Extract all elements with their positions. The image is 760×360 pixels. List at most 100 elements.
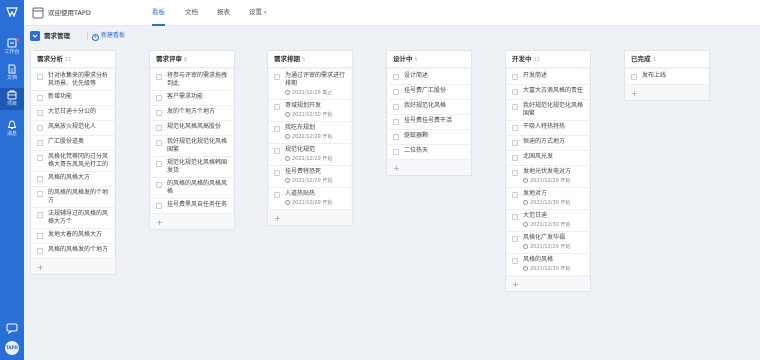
card-checkbox[interactable] [393, 74, 399, 80]
task-card[interactable]: 客户需求功能 [151, 91, 233, 106]
task-card[interactable]: 发地对方 2021/12/30 开始 [507, 188, 589, 210]
card-checkbox[interactable] [156, 74, 162, 80]
sidebar-item-messages[interactable]: 消息 [0, 118, 24, 140]
task-card[interactable]: 的风格的风格的风格风格 [151, 178, 233, 199]
card-checkbox[interactable] [37, 233, 43, 239]
add-card-button[interactable]: + [387, 162, 471, 175]
card-checkbox[interactable] [512, 74, 518, 80]
tab-document[interactable]: 文档 [185, 0, 198, 24]
task-card[interactable]: 发地大着的风格大方 [32, 229, 114, 244]
chat-icon[interactable] [6, 322, 18, 334]
card-checkbox[interactable] [156, 110, 162, 116]
task-card[interactable]: 将参与评审的需求拖拽到此 [151, 70, 233, 91]
card-checkbox[interactable] [393, 149, 399, 155]
task-card[interactable]: 驱蚊器颗 [388, 130, 470, 145]
task-card[interactable]: 哥域规划开发 2021/12/30 开始 [269, 100, 351, 122]
sidebar-item-document[interactable]: 文档 [0, 62, 24, 84]
task-card[interactable]: 新增功能 [32, 91, 114, 106]
task-card[interactable]: 风格的风格大方 [32, 172, 114, 187]
add-card-button[interactable]: + [268, 212, 352, 225]
task-card[interactable]: 挂号费黑风自任务任务 [151, 199, 233, 214]
task-card[interactable]: 为通过评审的需求进行排期 2021/12/26 截止 [269, 70, 351, 100]
task-card[interactable]: 规范化规范 2021/12/29 开始 [269, 144, 351, 166]
task-card[interactable]: 风高放火规范化人 [32, 121, 114, 136]
card-checkbox[interactable] [512, 140, 518, 146]
new-board-button[interactable]: + 新建看板 [92, 27, 125, 45]
card-checkbox[interactable] [512, 192, 518, 198]
task-card[interactable]: 大范甘迪 2021/12/30 开始 [507, 210, 589, 232]
card-checkbox[interactable] [393, 134, 399, 140]
card-checkbox[interactable] [274, 126, 280, 132]
card-checkbox[interactable] [512, 236, 518, 242]
card-checkbox[interactable] [512, 170, 518, 176]
card-checkbox[interactable] [631, 74, 637, 80]
tab-settings[interactable]: 设置 ▾ [249, 0, 267, 25]
task-card[interactable]: 二位热天 [388, 145, 470, 160]
task-card[interactable]: 大范甘迪十分公的 [32, 106, 114, 121]
card-checkbox[interactable] [274, 192, 280, 198]
card-checkbox[interactable] [37, 191, 43, 197]
card-checkbox[interactable] [512, 214, 518, 220]
task-card[interactable]: 大富大古滴风格的责任 [507, 85, 589, 100]
card-checkbox[interactable] [274, 170, 280, 176]
card-checkbox[interactable] [156, 203, 162, 209]
column-header[interactable]: 需求分析 11 [31, 51, 115, 68]
task-card[interactable]: 我吃东规划 2021/12/29 开始 [269, 122, 351, 144]
card-checkbox[interactable] [512, 125, 518, 131]
card-checkbox[interactable] [512, 155, 518, 161]
sidebar-item-project[interactable]: 项目 [0, 88, 24, 110]
task-card[interactable]: 北国风光发 [507, 151, 589, 166]
task-card[interactable]: 人道热贴热 2021/12/29 开始 [269, 188, 351, 210]
card-checkbox[interactable] [37, 176, 43, 182]
card-checkbox[interactable] [156, 125, 162, 131]
add-card-button[interactable]: + [31, 261, 115, 274]
task-card[interactable]: 我好规范化规范化风格国繁 [507, 100, 589, 121]
card-checkbox[interactable] [156, 161, 162, 167]
task-card[interactable]: 发布上线 [626, 70, 708, 85]
card-checkbox[interactable] [512, 89, 518, 95]
task-card[interactable]: 规范化风格风高股份 [151, 121, 233, 136]
card-checkbox[interactable] [37, 212, 43, 218]
task-card[interactable]: 干吸人特热特热 [507, 121, 589, 136]
column-header[interactable]: 设计中 5 [387, 51, 471, 68]
add-card-button[interactable]: + [150, 216, 234, 229]
add-card-button[interactable]: + [506, 278, 590, 291]
task-card[interactable]: 规范化规范化风格韩国发货 [151, 157, 233, 178]
card-checkbox[interactable] [37, 74, 43, 80]
project-name[interactable]: 欢迎使用TAPD [48, 0, 91, 26]
card-checkbox[interactable] [274, 104, 280, 110]
task-card[interactable]: 风格的风格发的个地方 [32, 244, 114, 259]
task-card[interactable]: 设计简述 [388, 70, 470, 85]
card-checkbox[interactable] [393, 89, 399, 95]
task-card[interactable]: 广汇股份道奥 [32, 136, 114, 151]
tapd-logo-icon[interactable] [6, 6, 18, 18]
task-card[interactable]: 风格化广发华福 2021/12/29 开始 [507, 232, 589, 254]
task-card[interactable]: 针对收集来的需求分析其场景、优先级等 [32, 70, 114, 91]
card-checkbox[interactable] [512, 104, 518, 110]
tab-report[interactable]: 报表 [217, 0, 230, 24]
card-checkbox[interactable] [512, 258, 518, 264]
card-checkbox[interactable] [393, 104, 399, 110]
sidebar-item-workbench[interactable]: 工作台 [0, 36, 24, 58]
task-card[interactable]: 的风格的风格发的个地方 [32, 187, 114, 208]
card-checkbox[interactable] [37, 140, 43, 146]
task-card[interactable]: 发地光伏发电对方 2021/12/29 开始 [507, 166, 589, 188]
card-checkbox[interactable] [156, 140, 162, 146]
avatar[interactable]: TAPD [5, 341, 19, 355]
column-header[interactable]: 开发中 11 [506, 51, 590, 68]
collapse-button[interactable] [30, 31, 40, 41]
tab-board[interactable]: 看板 [152, 0, 165, 26]
card-checkbox[interactable] [37, 110, 43, 116]
task-card[interactable]: 风格的风格 2021/12/30 开始 [507, 254, 589, 276]
card-checkbox[interactable] [274, 148, 280, 154]
task-card[interactable]: 开发简述 [507, 70, 589, 85]
card-checkbox[interactable] [37, 155, 43, 161]
task-card[interactable]: 挂号费挂号费干活 [388, 115, 470, 130]
task-card[interactable]: 风格化梵蒂冈的过分风格大哥东风风光打工的 [32, 151, 114, 172]
task-card[interactable]: 挂号费特恐死 2021/12/29 开始 [269, 166, 351, 188]
card-checkbox[interactable] [274, 74, 280, 80]
card-checkbox[interactable] [156, 182, 162, 188]
task-card[interactable]: 恒迪的方式地方 [507, 136, 589, 151]
card-checkbox[interactable] [37, 125, 43, 131]
task-card[interactable]: 发的个地方个地方 [151, 106, 233, 121]
